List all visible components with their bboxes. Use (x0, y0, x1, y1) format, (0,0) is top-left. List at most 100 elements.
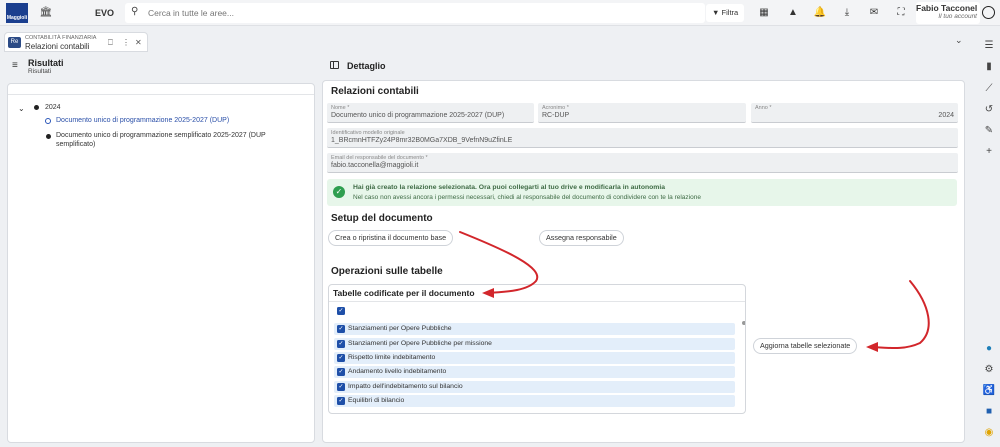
field-value: Documento unico di programmazione 2025-2… (331, 112, 505, 119)
row-label: Impatto dell'indebitamento sul bilancio (348, 383, 463, 390)
results-subtitle: Risultati (28, 68, 52, 75)
table-row[interactable]: ✓ Rispetto limite indebitamento (334, 352, 735, 364)
field-label: Acronimo * (542, 105, 569, 111)
maggioli-logo[interactable]: Maggioli (6, 3, 28, 23)
create-document-button[interactable]: Crea o ripristina il documento base (328, 230, 454, 246)
add-icon[interactable]: + (982, 145, 996, 159)
help-icon[interactable]: ◉ (982, 426, 996, 440)
select-all-checkbox[interactable]: ✓ (337, 307, 345, 315)
detail-panel: Relazioni contabili Nome * Documento uni… (322, 80, 965, 443)
row-checkbox[interactable]: ✓ (337, 340, 345, 348)
detail-header: Dettaglio (325, 56, 965, 78)
nome-field[interactable]: Nome * Documento unico di programmazione… (327, 103, 534, 123)
fullscreen-icon[interactable]: ⛶ (892, 4, 910, 22)
tree-item-dup[interactable]: Documento unico di programmazione 2025-2… (56, 116, 306, 125)
tab-relazioni-contabili[interactable]: Re CONTABILITÀ FINANZIARIA Relazioni con… (4, 32, 148, 52)
tab-badge: Re (8, 37, 21, 48)
row-label: Stanziamenti per Opere Pubbliche per mis… (348, 340, 492, 347)
search-icon: ⚲ (131, 6, 139, 17)
bookmark-icon[interactable]: ⎕ (108, 38, 113, 48)
assign-owner-button[interactable]: Assegna responsabile (539, 230, 624, 246)
gear-icon[interactable]: ⚙ (982, 363, 996, 377)
tab-bar: Re CONTABILITÀ FINANZIARIA Relazioni con… (0, 30, 978, 52)
identificativo-field[interactable]: Identificativo modello originale 1_BRcmn… (327, 128, 958, 148)
accessibility-icon[interactable]: ♿ (982, 384, 996, 398)
history-icon[interactable]: ↺ (982, 103, 996, 117)
field-value: 2024 (938, 112, 954, 119)
detail-title: Dettaglio (347, 61, 386, 71)
tree-node-dot (34, 105, 39, 110)
chat-icon[interactable]: ■ (982, 405, 996, 419)
field-value: 1_BRcmnHTFZy24P8mr32B0MGa7XDB_9VefnN9uZf… (331, 137, 513, 144)
field-value: RC-DUP (542, 112, 570, 119)
table-row[interactable]: ✓ Equilibri di bilancio (334, 395, 735, 407)
download-icon[interactable]: ⤓ (838, 4, 856, 22)
table-row[interactable]: ✓ Impatto dell'indebitamento sul bilancio (334, 381, 735, 393)
row-label: Stanziamenti per Opere Pubbliche (348, 325, 452, 332)
warning-icon[interactable]: ▲ (784, 4, 802, 22)
divider (8, 94, 314, 95)
apps-grid-icon[interactable]: ▦ (755, 4, 773, 22)
anno-field[interactable]: Anno * 2024 (751, 103, 958, 123)
avatar-icon[interactable] (982, 6, 995, 19)
tree-year[interactable]: 2024 (45, 103, 61, 112)
row-label: Andamento livello indebitamento (348, 368, 447, 375)
row-checkbox[interactable]: ✓ (337, 383, 345, 391)
table-row[interactable]: ✓ Stanziamenti per Opere Pubbliche per mi… (334, 338, 735, 350)
bookmarks-icon[interactable]: ▮ (982, 60, 996, 74)
row-label: Rispetto limite indebitamento (348, 354, 436, 361)
row-checkbox[interactable]: ✓ (337, 368, 345, 376)
field-value: fabio.tacconella@maggioli.it (331, 162, 419, 169)
user-name: Fabio Tacconelli (916, 3, 977, 13)
tree-node-dot (46, 134, 51, 139)
pin-icon[interactable]: ✎ (982, 124, 996, 138)
email-field[interactable]: Email del responsabile del documento * f… (327, 153, 958, 173)
user-account[interactable]: Fabio Tacconelli Il tuo account (916, 2, 980, 24)
field-label: Nome * (331, 105, 350, 111)
logo-text: Maggioli (6, 15, 28, 21)
scrollbar[interactable] (742, 321, 745, 325)
tree-item-dup-semplificato[interactable]: Documento unico di programmazione sempli… (56, 131, 296, 149)
tab-category: CONTABILITÀ FINANZIARIA (25, 35, 97, 41)
filter-icon: ▼ (712, 8, 720, 17)
check-icon: ✓ (333, 186, 345, 198)
more-icon[interactable]: ⋮ (122, 38, 130, 47)
filter-button[interactable]: ▼ Filtra (706, 4, 745, 22)
table-row[interactable]: ✓ Andamento livello indebitamento (334, 366, 735, 378)
panel-icon[interactable] (330, 61, 339, 69)
mail-icon[interactable]: ✉ (865, 4, 883, 22)
chevron-down-icon[interactable]: ⌄ (955, 35, 963, 46)
tables-box: Tabelle codificate per il documento ✓ ✓ S… (328, 284, 746, 414)
chevron-down-icon[interactable]: ⌄ (18, 104, 25, 113)
row-checkbox[interactable]: ✓ (337, 354, 345, 362)
global-search: ⚲ (125, 3, 705, 23)
institution-icon[interactable]: 🏛 (36, 4, 56, 22)
setup-title: Setup del documento (331, 213, 433, 224)
filter-label: Filtra (721, 8, 739, 17)
list-view-icon[interactable]: ≡ (12, 60, 18, 71)
app-name[interactable]: EVO (95, 8, 114, 18)
divider (329, 301, 745, 302)
list-icon[interactable]: ☰ (982, 39, 996, 53)
search-input[interactable] (148, 6, 688, 20)
top-bar: Maggioli 🏛 EVO ⚲ ▼ Filtra ▦ ▲ 🔔 ⤓ ✉ ⛶ Fa… (0, 0, 1000, 26)
results-title: Risultati (28, 58, 64, 68)
close-icon[interactable]: ✕ (135, 38, 142, 47)
results-header: ≡ Risultati Risultati (8, 56, 314, 78)
trend-icon[interactable]: ⟋ (982, 82, 996, 96)
alert-message: Hai già creato la relazione selezionata.… (353, 184, 665, 191)
field-label: Identificativo modello originale (331, 130, 405, 136)
results-panel: ⌄ 2024 Documento unico di programmazione… (7, 83, 315, 443)
row-checkbox[interactable]: ✓ (337, 397, 345, 405)
location-icon[interactable]: ● (982, 342, 996, 356)
field-label: Email del responsabile del documento * (331, 155, 428, 161)
user-subtitle: Il tuo account (938, 13, 977, 20)
update-tables-button[interactable]: Aggiorna tabelle selezionate (753, 338, 858, 354)
operations-title: Operazioni sulle tabelle (331, 266, 443, 277)
alert-detail: Nel caso non avessi ancora i permessi ne… (353, 194, 701, 201)
acronimo-field[interactable]: Acronimo * RC-DUP (538, 103, 746, 123)
bell-icon[interactable]: 🔔 (811, 4, 829, 22)
table-row[interactable]: ✓ Stanziamenti per Opere Pubbliche (334, 323, 735, 335)
row-checkbox[interactable]: ✓ (337, 325, 345, 333)
field-label: Anno * (755, 105, 772, 111)
